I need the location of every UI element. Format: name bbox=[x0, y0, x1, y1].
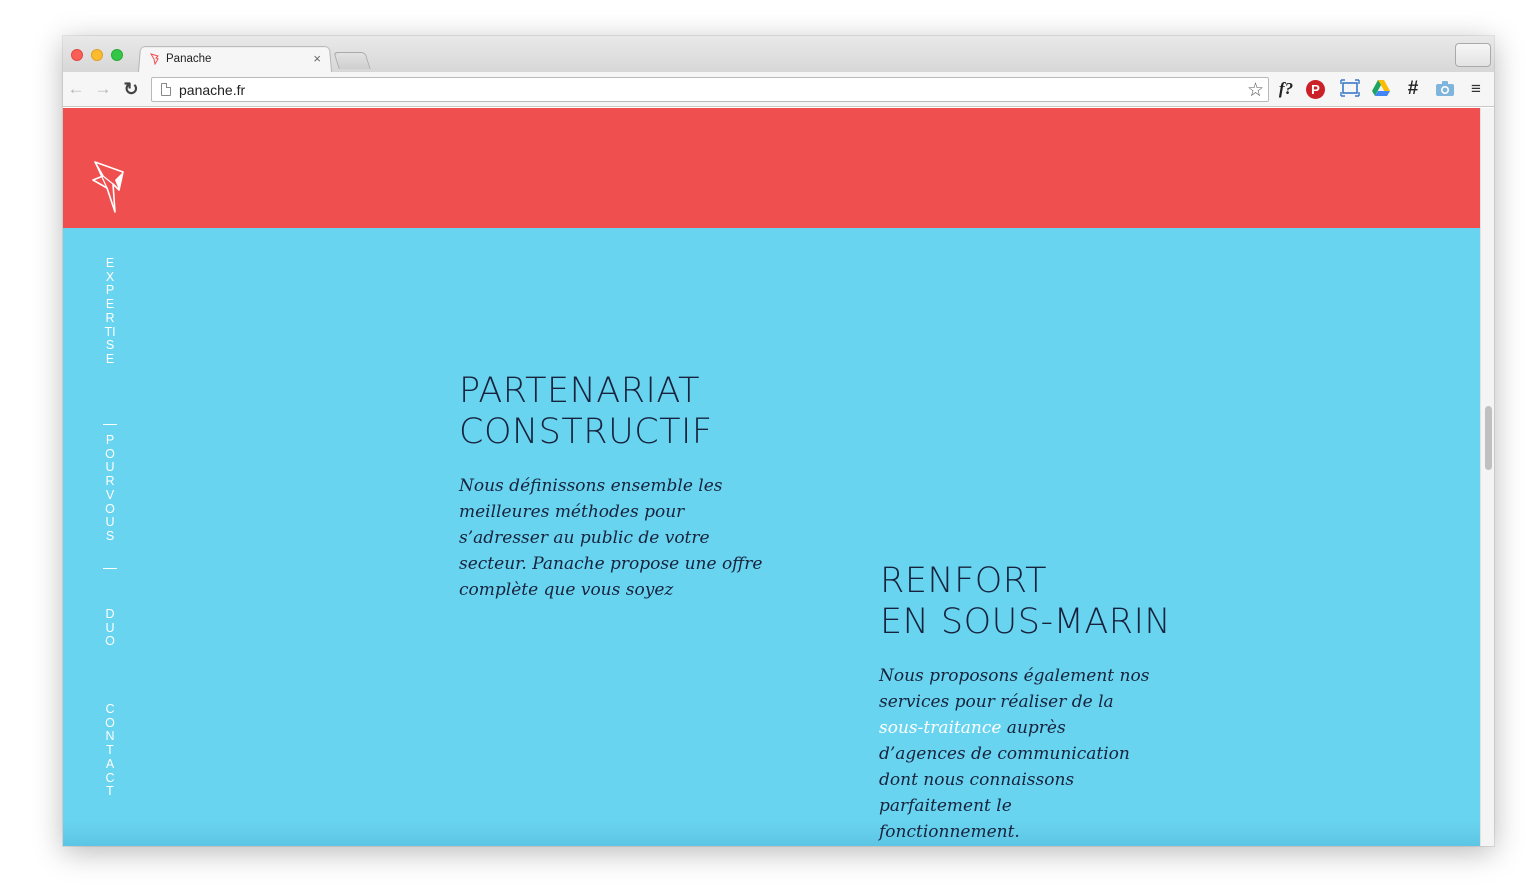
pinterest-icon[interactable]: P bbox=[1306, 80, 1325, 99]
partenariat-heading: PARTENARIAT CONSTRUCTIF bbox=[459, 371, 712, 453]
panache-favicon-icon bbox=[150, 53, 159, 65]
sidenav-divider bbox=[103, 568, 117, 569]
renfort-text-start: Nous proposons également nos services po… bbox=[879, 666, 1150, 712]
heading-line: PARTENARIAT bbox=[459, 371, 700, 411]
scrollbar-thumb[interactable] bbox=[1485, 406, 1492, 470]
profile-button[interactable] bbox=[1455, 43, 1491, 67]
forward-arrow-icon[interactable]: → bbox=[94, 80, 112, 98]
browser-toolbar: ← → ↻ panache.fr ☆ f? P # ≡ bbox=[63, 72, 1494, 107]
url-text[interactable]: panache.fr bbox=[179, 82, 245, 98]
sidenav-duo[interactable]: DUO bbox=[103, 607, 117, 649]
sidenav-contact[interactable]: CONTACT bbox=[103, 702, 117, 799]
screen-capture-icon[interactable] bbox=[1339, 79, 1361, 99]
page-icon bbox=[161, 83, 171, 96]
minimize-window-button[interactable] bbox=[91, 49, 103, 61]
site-header bbox=[63, 108, 1480, 228]
heading-line: CONSTRUCTIF bbox=[459, 412, 713, 452]
tab-title: Panache bbox=[166, 53, 212, 65]
address-bar[interactable]: panache.fr ☆ bbox=[151, 77, 1269, 102]
renfort-heading: RENFORT EN SOUS-MARIN bbox=[880, 561, 1171, 643]
browser-tab-content[interactable]: Panache × bbox=[139, 46, 331, 73]
reload-icon[interactable]: ↻ bbox=[122, 80, 140, 98]
bookmark-star-icon[interactable]: ☆ bbox=[1247, 79, 1264, 102]
maximize-window-button[interactable] bbox=[111, 49, 123, 61]
camera-icon[interactable] bbox=[1434, 79, 1456, 99]
panache-logo-icon[interactable] bbox=[91, 160, 127, 214]
tab-close-icon[interactable]: × bbox=[313, 51, 321, 66]
hamburger-menu-icon[interactable]: ≡ bbox=[1465, 79, 1487, 99]
tab-strip: Panache × bbox=[63, 36, 1494, 74]
content-section bbox=[63, 228, 1480, 846]
sidenav-expertise[interactable]: EXPERTISE bbox=[103, 256, 117, 367]
google-drive-icon[interactable] bbox=[1370, 79, 1392, 99]
heading-line: EN SOUS-MARIN bbox=[880, 602, 1172, 642]
back-arrow-icon[interactable]: ← bbox=[67, 80, 85, 98]
browser-window: Panache × ← → ↻ panache.fr ☆ f? P # ≡ EX… bbox=[63, 36, 1494, 846]
close-window-button[interactable] bbox=[71, 49, 83, 61]
heading-line: RENFORT bbox=[880, 561, 1047, 601]
sidenav-divider bbox=[103, 424, 117, 425]
page-scrollbar[interactable] bbox=[1480, 108, 1494, 846]
renfort-text: Nous proposons également nos services po… bbox=[879, 663, 1153, 845]
hashtag-extension-icon[interactable]: # bbox=[1402, 79, 1424, 99]
sidenav-pour-vous[interactable]: POUR VOUS bbox=[103, 433, 117, 544]
page-viewport: EXPERTISE POUR VOUS DUO CONTACT PARTENAR… bbox=[63, 108, 1494, 846]
sous-traitance-link[interactable]: sous-traitance bbox=[879, 718, 1001, 738]
whatfont-extension-icon[interactable]: f? bbox=[1275, 79, 1297, 99]
section-bottom-shade bbox=[63, 820, 1480, 846]
partenariat-text: Nous définissons ensemble les meilleures… bbox=[459, 476, 763, 600]
new-tab-button[interactable] bbox=[333, 52, 371, 69]
